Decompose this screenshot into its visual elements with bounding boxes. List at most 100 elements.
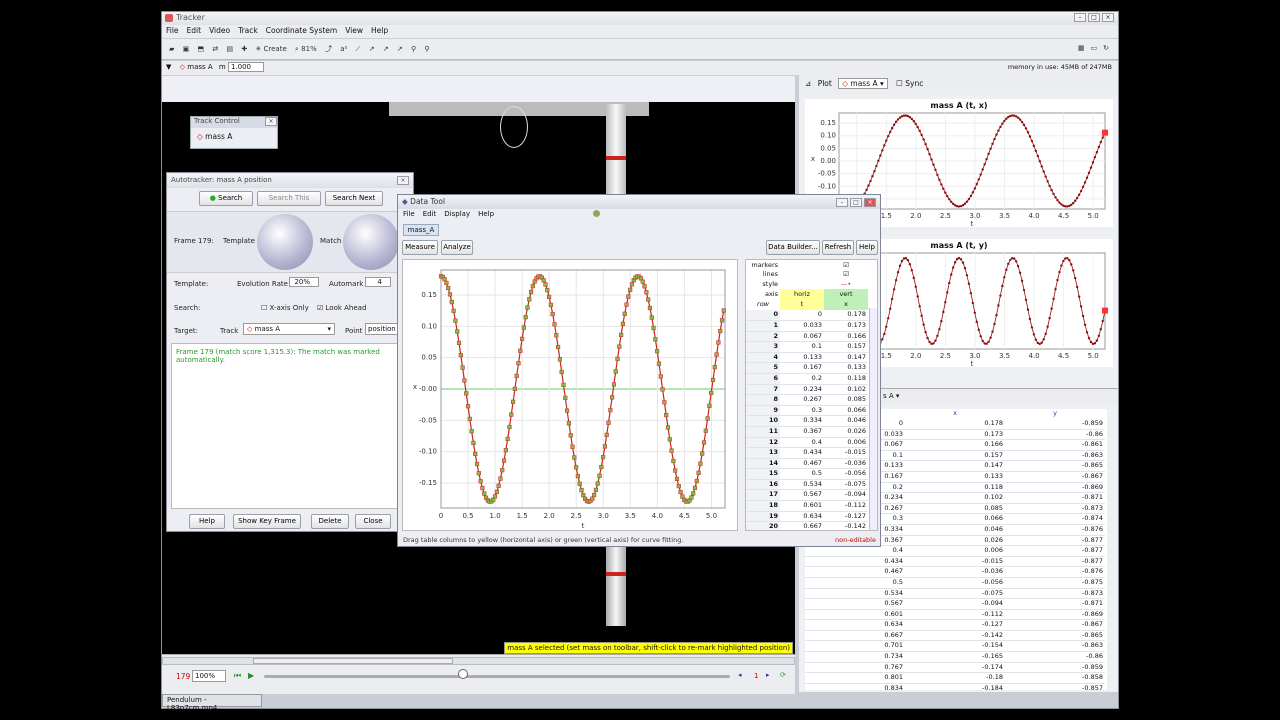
autotracker-close[interactable]: × [397,176,409,185]
close-button[interactable]: × [1102,13,1114,22]
prev-frame-icon[interactable]: ◂ [738,671,742,679]
file-tab[interactable]: Pendulum - L83p7cm.mp4 [162,694,262,712]
dt-menu-display[interactable]: Display [444,210,470,218]
clip-settings-icon[interactable]: ▤ [223,44,236,54]
help-button[interactable]: Help [189,514,225,529]
tab-mass-a[interactable]: mass_A [403,224,439,236]
style-swatch[interactable]: —• [824,279,868,289]
table-row[interactable]: 0.4 0.006 -0.877 [805,545,1105,557]
frame-number[interactable]: 179 [176,672,190,681]
close-button-auto[interactable]: Close [355,514,391,529]
ruler-icon[interactable]: ⇄ [209,44,221,54]
dt-help-button[interactable]: Help [856,240,878,255]
plot-label[interactable]: Plot [818,79,832,88]
frame-slider[interactable] [264,675,730,678]
table-row[interactable]: 4 0.133 0.147 [746,352,868,364]
table-row[interactable]: 20 0.667 -0.142 [746,521,868,530]
data-builder-button[interactable]: Data Builder... [766,240,820,255]
menu-coordinate-system[interactable]: Coordinate System [266,26,337,35]
table-row[interactable]: 1 0.033 0.173 [746,320,868,332]
video-icon[interactable]: ⬒ [194,44,207,54]
sync-checkbox[interactable]: ☐ Sync [896,79,923,88]
menu-video[interactable]: Video [209,26,230,35]
dt-menu-help[interactable]: Help [478,210,494,218]
markers-checkbox[interactable]: ☑ [824,260,868,270]
table-row[interactable]: 3 0.1 0.157 [746,341,868,353]
menu-file[interactable]: File [166,26,179,35]
dt-menu-edit[interactable]: Edit [423,210,437,218]
table-row[interactable]: 19 0.634 -0.127 [746,511,868,523]
col-header-x[interactable]: x [905,409,1005,419]
automark-spinner[interactable]: 4 [365,277,391,287]
table-row[interactable]: 0.467 -0.036 -0.876 [805,566,1105,578]
evolution-spinner[interactable]: 20% [289,277,319,287]
video-scrollbar[interactable] [162,657,795,665]
table-row[interactable]: 13 0.434 -0.015 [746,447,868,459]
mass-input[interactable]: 1.000 [227,62,264,72]
look-ahead-checkbox[interactable]: ☑ Look Ahead [317,304,366,312]
create-icon[interactable]: ✳ Create [252,44,289,54]
refresh-button[interactable]: Refresh [822,240,854,255]
dropdown-icon[interactable]: ▼ [166,63,171,71]
table-row[interactable]: 2 0.067 0.166 [746,331,868,343]
play-icon[interactable]: ▶ [248,671,254,680]
table-row[interactable]: 14 0.467 -0.036 [746,458,868,470]
search-this-button[interactable]: Search This [257,191,321,206]
table-row[interactable]: 0.434 -0.015 -0.877 [805,556,1105,568]
menu-help[interactable]: Help [371,26,388,35]
table-row[interactable]: 16 0.534 -0.075 [746,479,868,491]
table-row[interactable]: 6 0.2 0.118 [746,373,868,385]
table-row[interactable]: 11 0.367 0.026 [746,426,868,438]
zoom-icon[interactable]: ⌕ 81% [292,44,320,55]
notes-icon[interactable]: ▦ [1075,43,1088,53]
delete-button[interactable]: Delete [311,514,349,529]
step-size[interactable]: 1 [754,672,758,680]
plot-icon[interactable]: ⊿ [805,79,811,88]
open-icon[interactable]: ▰ [166,44,177,54]
track-name[interactable]: mass A [187,63,212,71]
col-header-t[interactable]: t [780,298,824,311]
col-header-y[interactable]: y [1005,409,1105,419]
axes-icon[interactable]: ✚ [238,44,250,54]
refresh-icon[interactable]: ↻ [1100,43,1112,53]
lines-checkbox[interactable]: ☑ [824,270,868,280]
table-track-select[interactable]: s A ▾ [883,392,899,400]
dt-close[interactable]: × [864,197,876,207]
trail-icon[interactable]: ⤴ [322,43,335,55]
measure-button[interactable]: Measure [402,240,438,255]
xaxis-only-checkbox[interactable]: ☐ X-axis Only [261,304,309,312]
menu-edit[interactable]: Edit [187,26,202,35]
track-control-item[interactable]: ◇ mass A [191,128,277,145]
table-row[interactable]: 5 0.167 0.133 [746,362,868,374]
track-select[interactable]: ◇ mass A ▾ [243,323,335,335]
table-row[interactable]: 10 0.334 0.046 [746,415,868,427]
table-row[interactable]: 9 0.3 0.066 [746,405,868,417]
page-icon[interactable]: ▭ [1088,43,1101,53]
search-button[interactable]: ● Search [199,191,253,206]
dt-menu-file[interactable]: File [403,210,415,218]
minimize-button[interactable]: – [1074,13,1086,22]
col-header-x-dt[interactable]: x [824,298,868,311]
track-control-close[interactable]: × [265,117,277,126]
table-row[interactable]: 0.567 -0.094 -0.871 [805,598,1105,610]
table-row[interactable]: 17 0.567 -0.094 [746,489,868,502]
next-frame-icon[interactable]: ▸ [766,671,770,679]
table-row[interactable]: 0.767 -0.174 -0.859 [805,662,1105,674]
table-row[interactable]: 0.601 -0.112 -0.869 [805,609,1105,621]
table-row[interactable]: 0.634 -0.127 -0.867 [805,619,1105,631]
zoom-spinner[interactable]: 100% [192,670,226,682]
table-row[interactable]: 7 0.234 0.102 [746,384,868,396]
stick-icon[interactable]: ⚲ [421,44,432,54]
table-row[interactable]: 0.701 -0.154 -0.863 [805,640,1105,653]
path-icon[interactable]: ⟋ [353,44,364,55]
table-row[interactable]: 0.667 -0.142 -0.865 [805,630,1105,642]
table-row[interactable]: 0.801 -0.18 -0.858 [805,672,1105,684]
plot-track-select[interactable]: ◇ mass A ▾ [838,78,888,89]
table-row[interactable]: 0.834 -0.184 -0.857 [805,683,1105,690]
vector3-icon[interactable]: ↗ [394,44,406,54]
table-row[interactable]: 12 0.4 0.006 [746,437,868,449]
search-next-button[interactable]: Search Next [325,191,383,206]
table-row[interactable]: 0.734 -0.165 -0.86 [805,651,1105,663]
autotracker-icon[interactable]: ⚲ [408,44,419,54]
vector2-icon[interactable]: ↗ [380,44,392,54]
